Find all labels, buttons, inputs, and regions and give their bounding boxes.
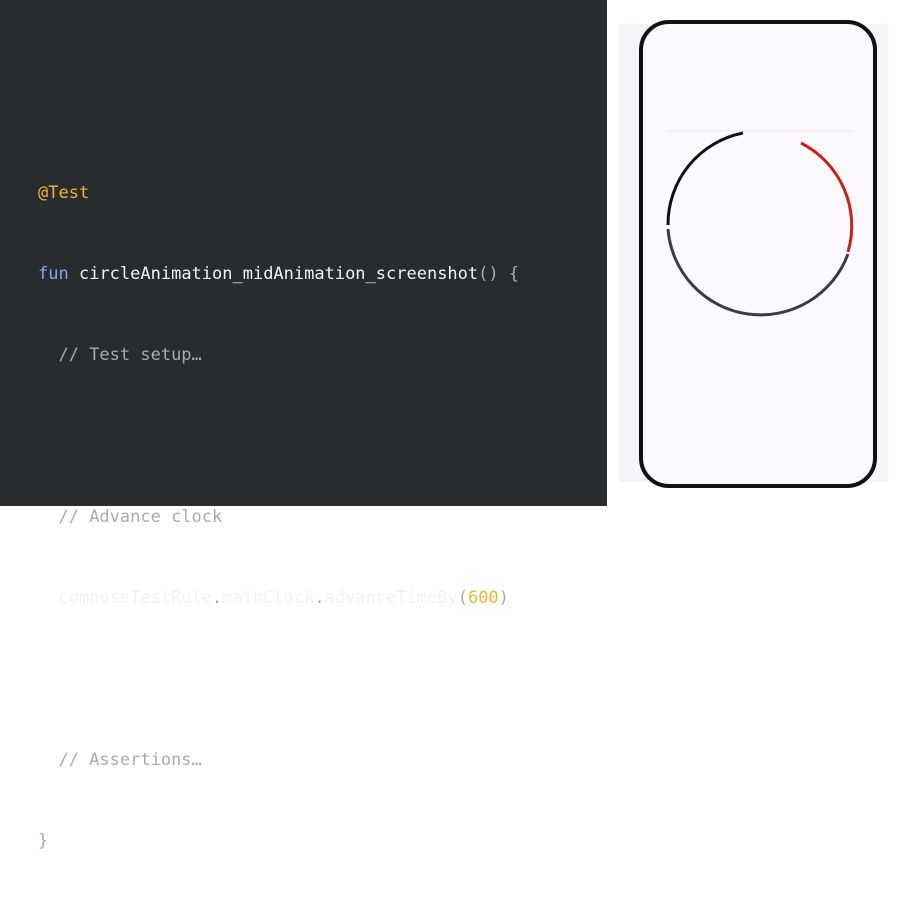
code-line-advance-comment: // Advance clock [38, 504, 519, 531]
phone-frame [639, 20, 877, 488]
call-paren-open: ( [457, 588, 468, 608]
setup-comment: // Test setup… [58, 345, 202, 365]
fun-keyword: fun [38, 264, 69, 284]
call-dot-1: . [212, 588, 223, 608]
code-line-blank-1 [38, 423, 519, 450]
screenshot-preview-panel [607, 0, 900, 506]
signature-suffix: () { [478, 264, 520, 284]
code-line-setup-comment: // Test setup… [38, 342, 519, 369]
call-method: advanceTimeBy [324, 588, 458, 608]
code-line-closing-brace: } [38, 828, 519, 855]
dark-gray-arc [666, 228, 850, 317]
call-property: mainClock [222, 588, 315, 608]
assertions-comment: // Assertions… [58, 750, 202, 770]
closing-brace: } [38, 831, 49, 851]
code-line-advance-call: composeTestRule.mainClock.advanceTimeBy(… [38, 585, 519, 612]
black-arc [666, 131, 744, 226]
red-arc [800, 141, 854, 253]
code-line-blank-2 [38, 666, 519, 693]
circle-animation [666, 130, 854, 317]
code-line-assertions-comment: // Assertions… [38, 747, 519, 774]
call-dot-2: . [314, 588, 325, 608]
function-name: circleAnimation_midAnimation_screenshot [78, 264, 479, 284]
code-line-function-signature: fun circleAnimation_midAnimation_screens… [38, 261, 519, 288]
call-paren-close: ) [498, 588, 509, 608]
call-argument: 600 [467, 588, 499, 608]
call-receiver: composeTestRule [58, 588, 213, 608]
test-annotation: @Test [38, 183, 90, 203]
advance-clock-comment: // Advance clock [58, 507, 223, 527]
code-editor-panel: @Test fun circleAnimation_midAnimation_s… [0, 0, 607, 851]
code-block: @Test fun circleAnimation_midAnimation_s… [38, 126, 519, 909]
code-line-annotation: @Test [38, 180, 519, 207]
